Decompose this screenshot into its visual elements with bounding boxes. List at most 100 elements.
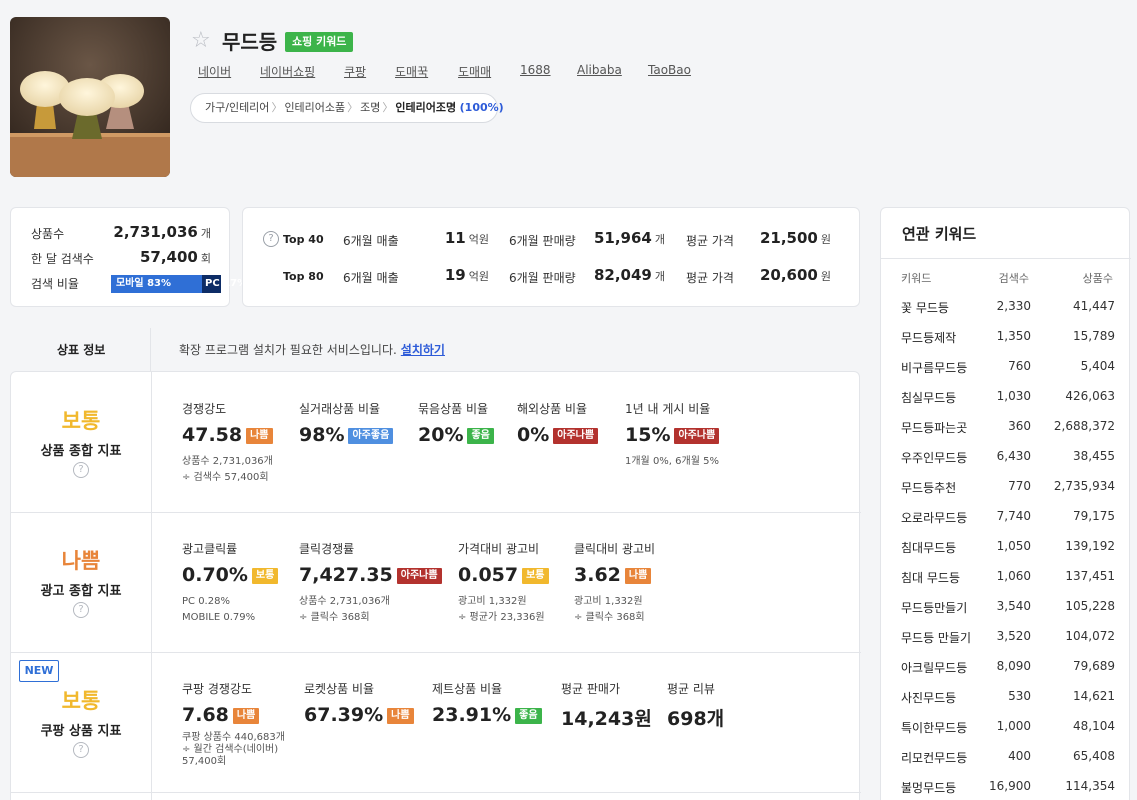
rating-tag: 보통: [251, 568, 279, 584]
category-path[interactable]: 가구/인테리어 〉 인테리어소품 〉 조명 〉 인테리어조명 (100%): [190, 93, 504, 123]
favorite-star-icon[interactable]: ☆: [191, 30, 211, 52]
search-ratio-row: 검색 비율 모바일 83% PC 17%: [31, 275, 248, 293]
coupang-competition: 7.68 나쁨: [182, 704, 260, 726]
related-keyword[interactable]: 꽃 무드등: [901, 299, 949, 316]
related-keyword-row[interactable]: 무드등파는곳 360 2,688,372: [881, 419, 1131, 449]
related-search-count: 7,740: [996, 509, 1031, 523]
product-grade: 보통: [61, 409, 101, 433]
rating-tag: 나쁨: [246, 428, 273, 444]
category-percent: (100%): [459, 101, 504, 114]
rating-tag: 아주나쁨: [396, 568, 442, 584]
link-naver[interactable]: 네이버: [198, 63, 231, 80]
related-keyword-row[interactable]: 사진무드등 530 14,621: [881, 689, 1131, 719]
related-keyword-row[interactable]: 우주인무드등 6,430 38,455: [881, 449, 1131, 479]
related-keyword[interactable]: 사진무드등: [901, 689, 956, 706]
related-keyword[interactable]: 침대무드등: [901, 539, 956, 556]
related-product-count: 139,192: [1065, 539, 1115, 553]
related-keyword[interactable]: 침실무드등: [901, 389, 956, 406]
related-keyword-row[interactable]: 특이한무드등 1,000 48,104: [881, 719, 1131, 749]
help-icon[interactable]: ?: [73, 462, 89, 478]
product-thumbnail: [10, 17, 170, 177]
help-icon[interactable]: ?: [263, 231, 279, 247]
keyword-header: ☆ 무드등 쇼핑 키워드 네이버 네이버쇼핑 쿠팡 도매꾹 도매매 1688 A…: [0, 0, 1137, 192]
top80-sales: 19 억원: [444, 266, 489, 284]
category-level-2: 인테리어소품: [284, 101, 346, 114]
link-domeme[interactable]: 도매매: [458, 63, 491, 80]
related-keyword-row[interactable]: 무드등만들기 3,540 105,228: [881, 599, 1131, 629]
link-alibaba[interactable]: Alibaba: [577, 63, 622, 77]
related-keyword[interactable]: 무드등만들기: [901, 599, 967, 616]
link-coupang[interactable]: 쿠팡: [344, 63, 366, 80]
click-competition-rate: 7,427.35 아주나쁨: [299, 564, 442, 586]
related-product-count: 14,621: [1073, 689, 1115, 703]
related-product-count: 79,689: [1073, 659, 1115, 673]
related-keyword-row[interactable]: 아크릴무드등 8,090 79,689: [881, 659, 1131, 689]
ad-index-label: 광고 종합 지표: [40, 584, 122, 599]
related-product-count: 137,451: [1065, 569, 1115, 583]
related-search-count: 400: [1008, 749, 1031, 763]
top-sales-card: ? Top 40 6개월 매출 11 억원 6개월 판매량 51,964 개 평균 …: [242, 207, 860, 307]
rating-tag: 아주나쁨: [553, 428, 599, 444]
related-keyword-row[interactable]: 침대 무드등 1,060 137,451: [881, 569, 1131, 599]
related-keyword[interactable]: 불멍무드등: [901, 779, 956, 796]
related-product-count: 104,072: [1065, 629, 1115, 643]
product-count-row: 상품수 2,731,036 개: [31, 223, 211, 241]
related-keyword[interactable]: 무드등추천: [901, 479, 956, 496]
related-keyword-row[interactable]: 침대무드등 1,050 139,192: [881, 539, 1131, 569]
col-keyword: 키워드: [901, 272, 932, 285]
col-search-count: 검색수: [998, 272, 1029, 285]
trademark-label: 상표 정보: [57, 343, 106, 357]
related-keyword[interactable]: 오로라무드등: [901, 509, 967, 526]
related-keyword[interactable]: 침대 무드등: [901, 569, 960, 586]
trademark-message: 확장 프로그램 설치가 필요한 서비스입니다. 설치하기: [179, 343, 445, 357]
related-keyword[interactable]: 무드등제작: [901, 329, 956, 346]
category-leaf: 인테리어조명: [395, 101, 457, 114]
related-keyword-row[interactable]: 꽃 무드등 2,330 41,447: [881, 299, 1131, 329]
related-product-count: 48,104: [1073, 719, 1115, 733]
related-product-count: 65,408: [1073, 749, 1115, 763]
related-search-count: 16,900: [989, 779, 1031, 793]
install-extension-link[interactable]: 설치하기: [401, 343, 445, 357]
related-product-count: 15,789: [1073, 329, 1115, 343]
rating-tag: 아주나쁨: [674, 428, 720, 444]
help-icon[interactable]: ?: [73, 602, 89, 618]
top40-avg-price: 21,500 원: [759, 229, 831, 247]
related-keyword[interactable]: 우주인무드등: [901, 449, 967, 466]
related-search-count: 1,060: [996, 569, 1031, 583]
related-keywords-panel: 연관 키워드 키워드 검색수 상품수 꽃 무드등 2,330 41,447 무드등제작…: [880, 207, 1131, 800]
link-taobao[interactable]: TaoBao: [648, 63, 691, 77]
related-search-count: 2,330: [996, 299, 1031, 313]
related-keyword[interactable]: 리모컨무드등: [901, 749, 967, 766]
related-keyword[interactable]: 아크릴무드등: [901, 659, 967, 676]
related-keyword[interactable]: 특이한무드등: [901, 719, 967, 736]
related-product-count: 105,228: [1065, 599, 1115, 613]
new-badge: NEW: [19, 660, 59, 682]
related-keyword-row[interactable]: 무드등 만들기 3,520 104,072: [881, 629, 1131, 659]
link-domeggook[interactable]: 도매꾹: [395, 63, 428, 80]
related-keyword-row[interactable]: 불멍무드등 16,900 114,354: [881, 779, 1131, 800]
help-icon[interactable]: ?: [73, 742, 89, 758]
related-keyword-row[interactable]: 리모컨무드등 400 65,408: [881, 749, 1131, 779]
ad-cost-per-click: 3.62 나쁨: [574, 564, 652, 586]
link-naver-shopping[interactable]: 네이버쇼핑: [260, 63, 315, 80]
monthly-search-row: 한 달 검색수 57,400 회: [31, 248, 211, 266]
related-keyword-row[interactable]: 무드등제작 1,350 15,789: [881, 329, 1131, 359]
related-keyword-row[interactable]: 무드등추천 770 2,735,934: [881, 479, 1131, 509]
related-keyword[interactable]: 비구름무드등: [901, 359, 967, 376]
category-level-3: 조명: [360, 101, 381, 114]
related-search-count: 360: [1008, 419, 1031, 433]
related-keyword-row[interactable]: 비구름무드등 760 5,404: [881, 359, 1131, 389]
rating-tag: 아주좋음: [348, 428, 394, 444]
pc-ratio: PC 17%: [202, 275, 247, 293]
ad-cost-per-price: 0.057 보통: [458, 564, 549, 586]
divider: [150, 328, 151, 372]
rating-tag: 좋음: [515, 708, 542, 724]
link-1688[interactable]: 1688: [520, 63, 551, 77]
keyword-title: 무드등: [222, 30, 278, 54]
related-keyword[interactable]: 무드등 만들기: [901, 629, 971, 646]
related-keyword-row[interactable]: 오로라무드등 7,740 79,175: [881, 509, 1131, 539]
related-search-count: 3,540: [996, 599, 1031, 613]
related-keyword-row[interactable]: 침실무드등 1,030 426,063: [881, 389, 1131, 419]
product-index-label: 상품 종합 지표: [40, 444, 122, 459]
related-keyword[interactable]: 무드등파는곳: [901, 419, 967, 436]
